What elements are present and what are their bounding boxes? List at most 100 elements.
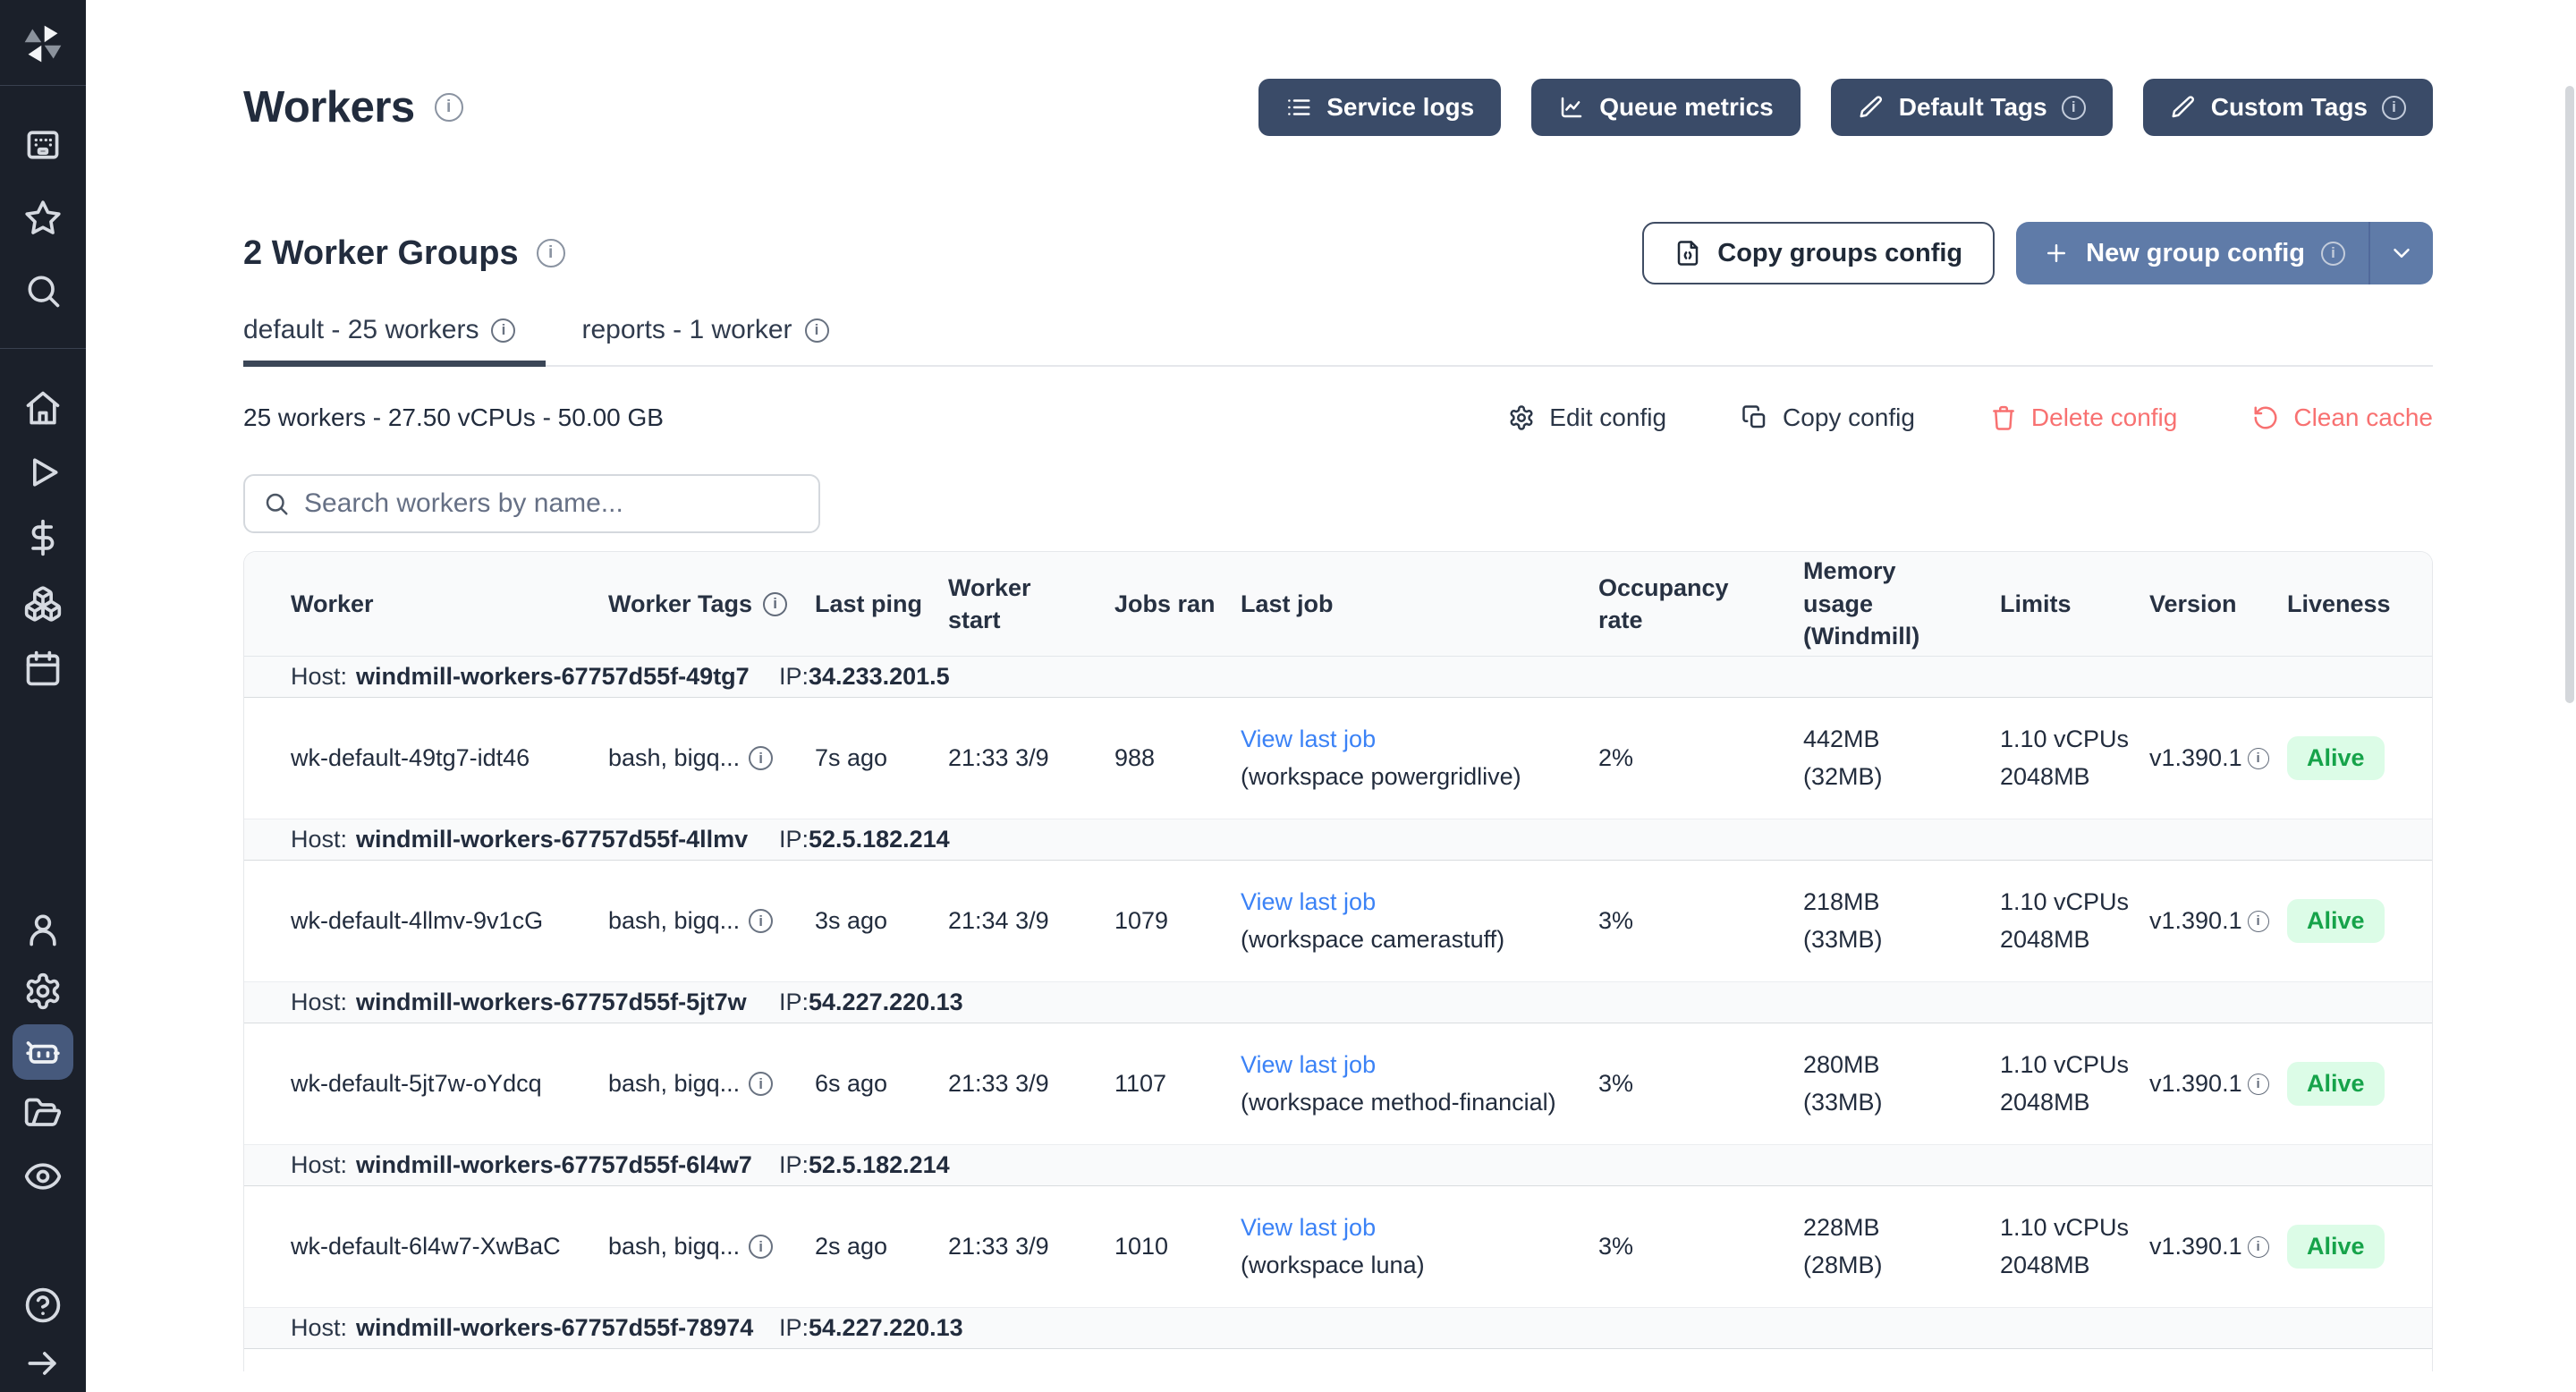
info-icon[interactable] (763, 592, 787, 616)
copy-groups-config-button[interactable]: Copy groups config (1642, 222, 1995, 284)
default-tags-label: Default Tags (1899, 93, 2047, 122)
last-ping: 3s ago (815, 907, 948, 935)
view-last-job-link[interactable]: View last job (1241, 721, 1376, 759)
worker-groups-actions: Copy groups config New group config (1642, 222, 2433, 284)
windmill-logo-icon (20, 21, 66, 67)
sidebar-item-users[interactable] (13, 902, 73, 957)
clean-cache-button[interactable]: Clean cache (2252, 403, 2433, 432)
worker-name: wk-default-4llmv-9v1cG (291, 907, 608, 935)
info-icon[interactable] (537, 239, 565, 267)
queue-metrics-button[interactable]: Queue metrics (1531, 79, 1801, 136)
chart-icon (1558, 94, 1585, 121)
sidebar-item-favorites[interactable] (13, 190, 73, 245)
windmill-logo[interactable] (13, 16, 73, 72)
host-name: windmill-workers-67757d55f-49tg7 (356, 663, 750, 691)
worker-tags: bash, bigq... (608, 1070, 815, 1098)
view-last-job-link[interactable]: View last job (1241, 1210, 1376, 1247)
ip-label: IP: (779, 826, 809, 853)
last-job-workspace: (workspace powergridlive) (1241, 759, 1580, 796)
delete-config-button[interactable]: Delete config (1990, 403, 2177, 432)
jobs-ran: 1107 (1114, 1070, 1241, 1098)
sidebar (0, 0, 86, 1392)
info-icon[interactable] (491, 318, 515, 343)
eye-icon (23, 1157, 63, 1196)
info-icon[interactable] (435, 93, 463, 122)
table-header-row: Worker Worker Tags Last ping Worker star… (244, 552, 2432, 657)
sidebar-item-workers[interactable] (13, 1024, 73, 1080)
new-group-config-label: New group config (2086, 239, 2305, 268)
help-button[interactable] (13, 1277, 73, 1333)
sidebar-item-resources[interactable] (13, 576, 73, 632)
delete-config-label: Delete config (2031, 403, 2177, 432)
info-icon[interactable] (749, 746, 773, 770)
host-name: windmill-workers-67757d55f-78974 (356, 1314, 753, 1342)
sidebar-item-settings[interactable] (13, 963, 73, 1019)
memory-usage: 442MB(32MB) (1803, 721, 2000, 796)
arrow-right-icon (23, 1344, 63, 1383)
info-icon[interactable] (2248, 1236, 2269, 1258)
pencil-icon (2170, 94, 2197, 121)
custom-tags-button[interactable]: Custom Tags (2143, 79, 2433, 136)
sidebar-item-apps[interactable] (13, 117, 73, 173)
column-header-occupancy-rate: Occupancy rate (1598, 572, 1803, 637)
worker-name: wk-default-49tg7-idt46 (291, 744, 608, 772)
tab-reports-label: reports - 1 worker (581, 315, 792, 345)
info-icon[interactable] (2248, 911, 2269, 932)
home-icon (23, 388, 63, 428)
sidebar-item-search[interactable] (13, 263, 73, 318)
folder-open-icon (23, 1095, 63, 1134)
new-group-config-main[interactable]: New group config (2016, 222, 2368, 284)
info-icon[interactable] (749, 1072, 773, 1096)
host-ip: 34.233.201.5 (809, 663, 950, 690)
liveness: Alive (2287, 1225, 2432, 1269)
tab-reports[interactable]: reports - 1 worker (581, 315, 859, 365)
new-group-config-button[interactable]: New group config (2016, 222, 2433, 284)
edit-config-button[interactable]: Edit config (1508, 403, 1666, 432)
worker-start: 21:33 3/9 (948, 1070, 1114, 1098)
sidebar-item-variables[interactable] (13, 510, 73, 565)
info-icon[interactable] (2321, 242, 2345, 266)
list-icon (1285, 94, 1312, 121)
occupancy-rate: 3% (1598, 1070, 1803, 1098)
expand-sidebar-button[interactable] (13, 1336, 73, 1391)
info-icon[interactable] (2382, 96, 2406, 120)
info-icon[interactable] (749, 909, 773, 933)
host-ip: 52.5.182.214 (809, 826, 950, 853)
column-header-worker-start: Worker start (948, 572, 1114, 637)
calendar-icon (23, 649, 63, 688)
tab-default[interactable]: default - 25 workers (243, 315, 546, 365)
toolbar: Service logs Queue metrics Default Tags (1258, 79, 2433, 136)
sidebar-item-folders[interactable] (13, 1087, 73, 1142)
info-icon[interactable] (2248, 1074, 2269, 1095)
column-header-jobs-ran: Jobs ran (1114, 588, 1241, 620)
info-icon[interactable] (805, 318, 829, 343)
search-box (243, 474, 820, 533)
column-header-liveness: Liveness (2287, 588, 2432, 620)
default-tags-button[interactable]: Default Tags (1831, 79, 2113, 136)
new-group-config-dropdown-button[interactable] (2368, 222, 2433, 284)
chevron-down-icon (2388, 240, 2415, 267)
host-label: Host: (291, 1314, 347, 1342)
version: v1.390.1 (2149, 1070, 2287, 1098)
view-last-job-link[interactable]: View last job (1241, 1047, 1376, 1084)
info-icon[interactable] (2248, 748, 2269, 769)
liveness: Alive (2287, 736, 2432, 780)
vertical-scrollbar[interactable] (2565, 86, 2574, 703)
copy-config-button[interactable]: Copy config (1741, 403, 1915, 432)
liveness-badge: Alive (2287, 1225, 2385, 1269)
sidebar-item-schedules[interactable] (13, 641, 73, 696)
limits: 1.10 vCPUs2048MB (2000, 1047, 2149, 1122)
host-label: Host: (291, 663, 347, 691)
sidebar-item-audit-logs[interactable] (13, 1149, 73, 1204)
search-input[interactable] (302, 488, 801, 520)
info-icon[interactable] (749, 1235, 773, 1259)
sidebar-item-home[interactable] (13, 380, 73, 436)
page-title-text: Workers (243, 82, 415, 132)
service-logs-button[interactable]: Service logs (1258, 79, 1501, 136)
tab-default-label: default - 25 workers (243, 315, 479, 345)
host-row: Host:windmill-workers-67757d55f-49tg7 IP… (244, 657, 2432, 698)
info-icon[interactable] (2062, 96, 2086, 120)
sidebar-item-runs[interactable] (13, 445, 73, 500)
worker-table-row: wk-default-6l4w7-XwBaC bash, bigq... 2s … (244, 1186, 2432, 1308)
view-last-job-link[interactable]: View last job (1241, 884, 1376, 921)
